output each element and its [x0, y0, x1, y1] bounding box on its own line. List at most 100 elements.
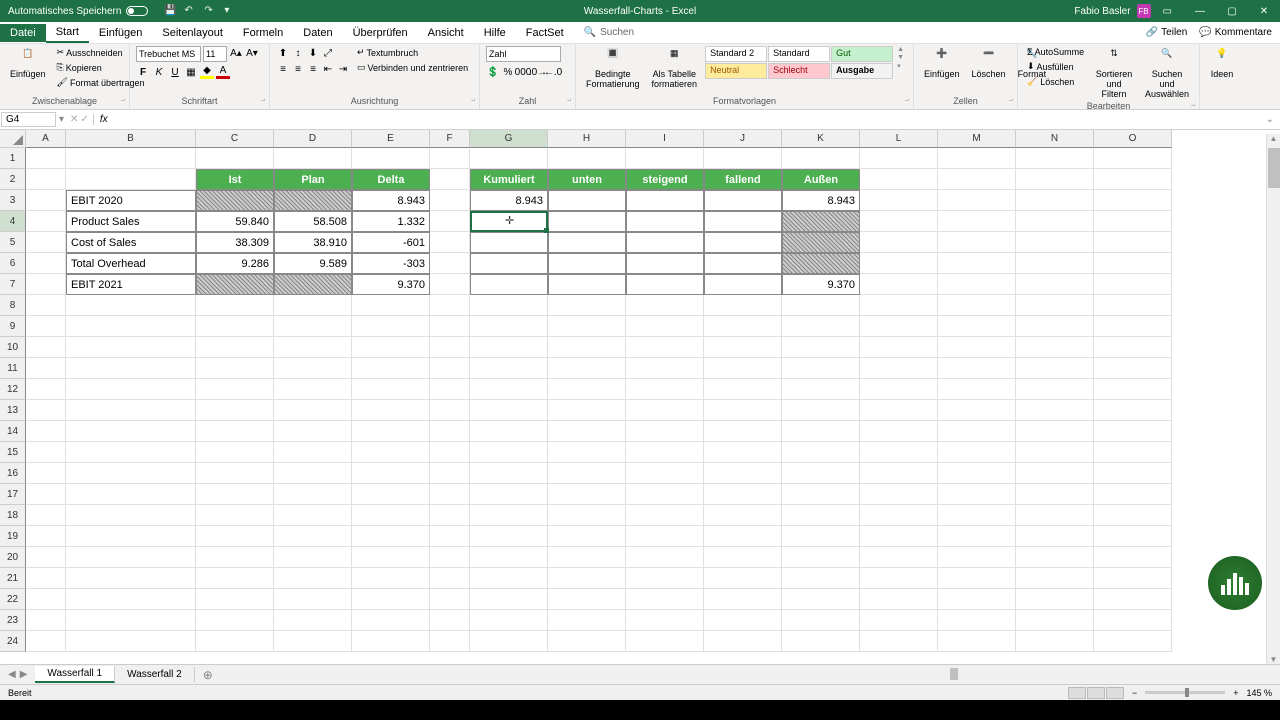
cell-A3[interactable] [26, 190, 66, 211]
cell-H10[interactable] [548, 337, 626, 358]
decrease-font-icon[interactable]: A▾ [245, 46, 259, 60]
cell-I18[interactable] [626, 505, 704, 526]
menu-ansicht[interactable]: Ansicht [418, 24, 474, 42]
spreadsheet-grid[interactable]: ABCDEFGHIJKLMNO 123456789101112131415161… [0, 130, 1280, 652]
number-format-select[interactable] [486, 46, 561, 62]
cell-I17[interactable] [626, 484, 704, 505]
fill-button[interactable]: ⬇Ausfüllen [1024, 60, 1087, 73]
cell-L12[interactable] [860, 379, 938, 400]
cell-H6[interactable] [548, 253, 626, 274]
cell-B1[interactable] [66, 148, 196, 169]
cell-K9[interactable] [782, 316, 860, 337]
ribbon-display-icon[interactable]: ▭ [1157, 6, 1178, 17]
cell-J7[interactable] [704, 274, 782, 295]
cell-G2[interactable]: Kumuliert [470, 169, 548, 190]
align-center-icon[interactable]: ≡ [291, 62, 305, 76]
ideas-button[interactable]: 💡Ideen [1206, 46, 1238, 81]
cell-E6[interactable]: -303 [352, 253, 430, 274]
cell-O7[interactable] [1094, 274, 1172, 295]
menu-ueberpruefen[interactable]: Überprüfen [343, 24, 418, 42]
cell-L7[interactable] [860, 274, 938, 295]
cell-I20[interactable] [626, 547, 704, 568]
col-header-M[interactable]: M [938, 130, 1016, 148]
close-button[interactable]: ✕ [1248, 0, 1280, 22]
cell-E3[interactable]: 8.943 [352, 190, 430, 211]
cell-A8[interactable] [26, 295, 66, 316]
view-layout-button[interactable] [1087, 687, 1105, 699]
cell-K6[interactable] [782, 253, 860, 274]
cell-N5[interactable] [1016, 232, 1094, 253]
cell-M14[interactable] [938, 421, 1016, 442]
cell-H23[interactable] [548, 610, 626, 631]
cell-L14[interactable] [860, 421, 938, 442]
cell-J15[interactable] [704, 442, 782, 463]
style-neutral[interactable]: Neutral [705, 63, 767, 79]
cell-B4[interactable]: Product Sales [66, 211, 196, 232]
cell-I24[interactable] [626, 631, 704, 652]
cell-J12[interactable] [704, 379, 782, 400]
cell-O2[interactable] [1094, 169, 1172, 190]
cell-A14[interactable] [26, 421, 66, 442]
cell-E22[interactable] [352, 589, 430, 610]
cell-B5[interactable]: Cost of Sales [66, 232, 196, 253]
cell-N22[interactable] [1016, 589, 1094, 610]
cell-H16[interactable] [548, 463, 626, 484]
cell-C19[interactable] [196, 526, 274, 547]
row-header-7[interactable]: 7 [0, 274, 26, 295]
cell-F10[interactable] [430, 337, 470, 358]
cell-K16[interactable] [782, 463, 860, 484]
cell-B8[interactable] [66, 295, 196, 316]
menu-daten[interactable]: Daten [293, 24, 342, 42]
cell-B11[interactable] [66, 358, 196, 379]
cell-H13[interactable] [548, 400, 626, 421]
cell-F3[interactable] [430, 190, 470, 211]
cell-C22[interactable] [196, 589, 274, 610]
cell-I7[interactable] [626, 274, 704, 295]
indent-less-icon[interactable]: ⇤ [321, 62, 335, 76]
cell-B7[interactable]: EBIT 2021 [66, 274, 196, 295]
cell-J2[interactable]: fallend [704, 169, 782, 190]
cell-B13[interactable] [66, 400, 196, 421]
cell-B9[interactable] [66, 316, 196, 337]
wrap-text-button[interactable]: ↵Textumbruch [354, 46, 471, 59]
cell-A22[interactable] [26, 589, 66, 610]
row-header-17[interactable]: 17 [0, 484, 26, 505]
cell-C11[interactable] [196, 358, 274, 379]
cell-A2[interactable] [26, 169, 66, 190]
menu-einfuegen[interactable]: Einfügen [89, 24, 152, 42]
format-table-button[interactable]: ▦ Als Tabelle formatieren [648, 46, 702, 91]
cell-C14[interactable] [196, 421, 274, 442]
cell-A1[interactable] [26, 148, 66, 169]
cell-I12[interactable] [626, 379, 704, 400]
row-header-24[interactable]: 24 [0, 631, 26, 652]
row-header-11[interactable]: 11 [0, 358, 26, 379]
cell-F21[interactable] [430, 568, 470, 589]
cell-N16[interactable] [1016, 463, 1094, 484]
cell-N17[interactable] [1016, 484, 1094, 505]
cell-styles-gallery[interactable]: Standard 2 Standard Gut Neutral Schlecht… [705, 46, 893, 79]
cell-J21[interactable] [704, 568, 782, 589]
cell-O18[interactable] [1094, 505, 1172, 526]
col-header-C[interactable]: C [196, 130, 274, 148]
align-left-icon[interactable]: ≡ [276, 62, 290, 76]
cell-C18[interactable] [196, 505, 274, 526]
cell-D14[interactable] [274, 421, 352, 442]
cell-H12[interactable] [548, 379, 626, 400]
cell-O9[interactable] [1094, 316, 1172, 337]
styles-more-icon[interactable]: ▾ [897, 62, 904, 70]
percent-icon[interactable]: % [501, 65, 515, 79]
cell-D5[interactable]: 38.910 [274, 232, 352, 253]
cell-H2[interactable]: unten [548, 169, 626, 190]
orientation-icon[interactable]: ⤢ [321, 46, 335, 60]
formula-expand-icon[interactable]: ⌄ [1260, 114, 1280, 125]
col-header-B[interactable]: B [66, 130, 196, 148]
styles-up-icon[interactable]: ▲ [897, 46, 904, 53]
row-header-6[interactable]: 6 [0, 253, 26, 274]
cell-E2[interactable]: Delta [352, 169, 430, 190]
cell-G19[interactable] [470, 526, 548, 547]
cell-D19[interactable] [274, 526, 352, 547]
row-header-16[interactable]: 16 [0, 463, 26, 484]
cell-L22[interactable] [860, 589, 938, 610]
cell-K10[interactable] [782, 337, 860, 358]
cell-A10[interactable] [26, 337, 66, 358]
